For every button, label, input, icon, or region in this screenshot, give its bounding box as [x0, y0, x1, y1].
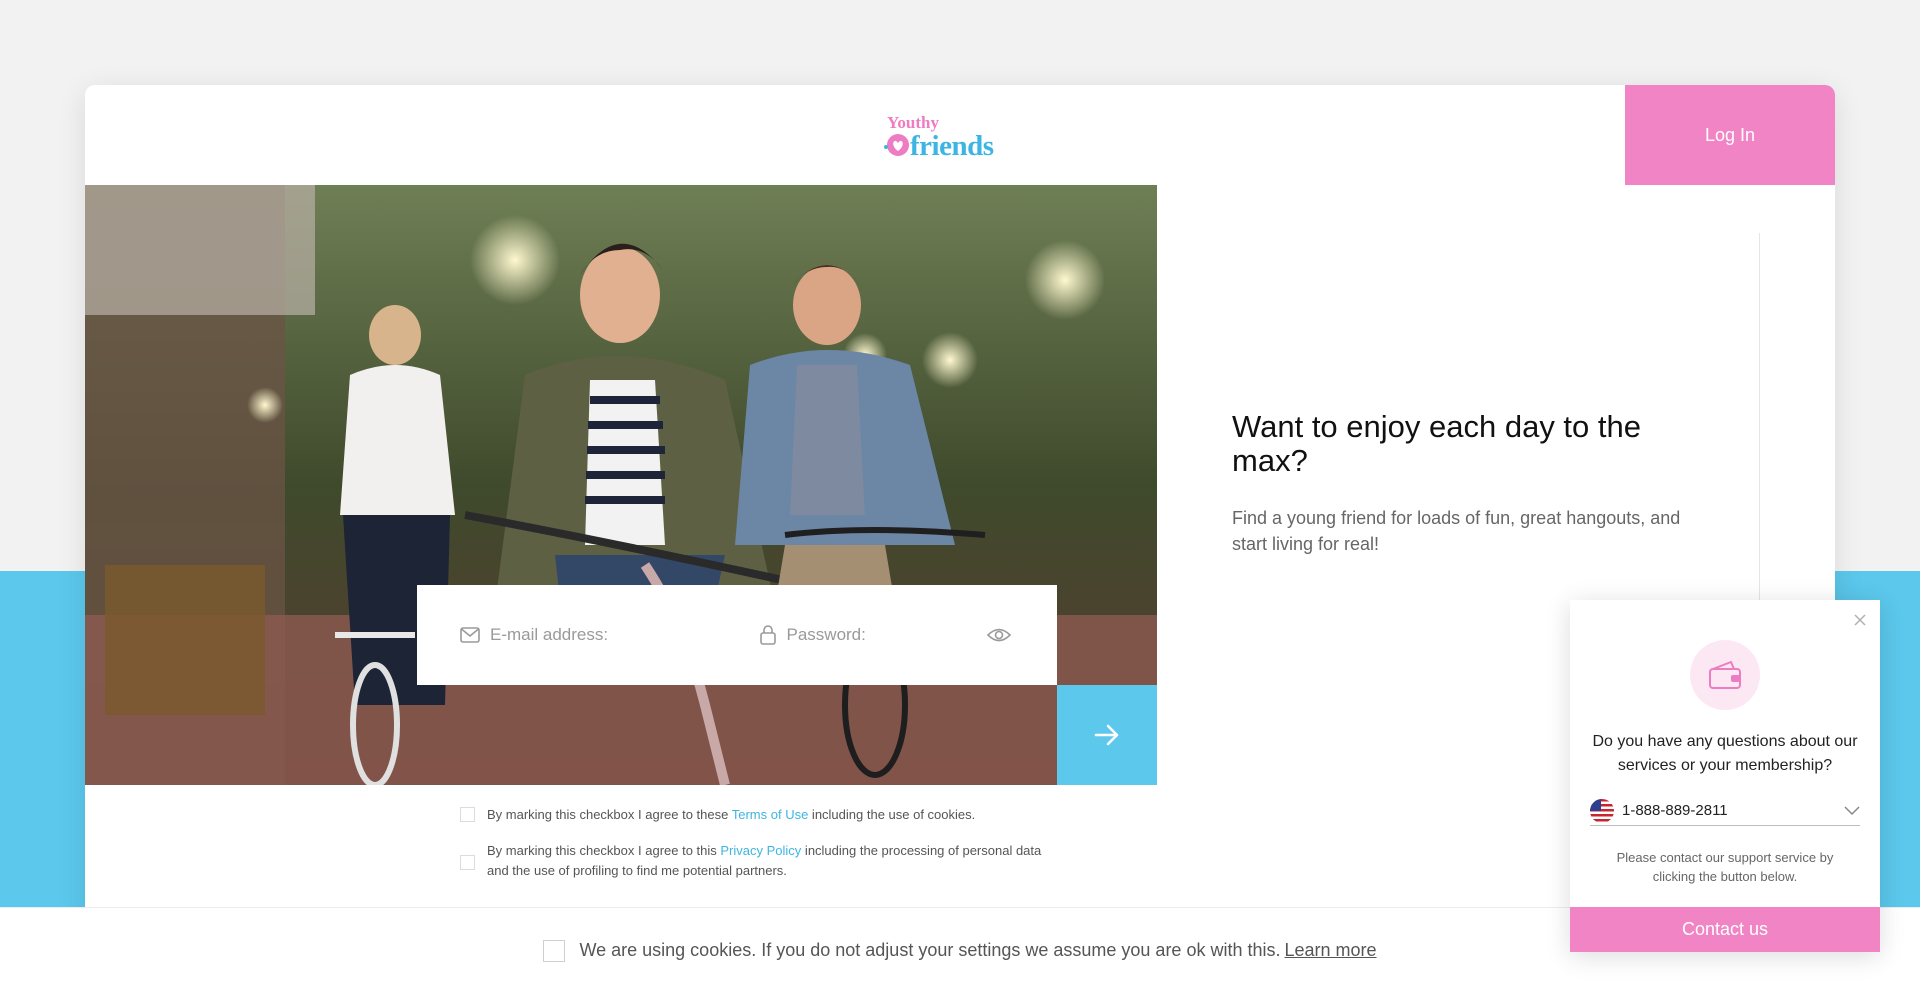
privacy-consent-row: By marking this checkbox I agree to this…	[460, 841, 1080, 881]
learn-more-link[interactable]: Learn more	[1284, 940, 1376, 961]
support-question: Do you have any questions about our serv…	[1592, 733, 1858, 774]
login-submit-button[interactable]	[1057, 685, 1157, 785]
cookie-checkbox[interactable]	[543, 939, 566, 962]
terms-consent-text: By marking this checkbox I agree to thes…	[487, 807, 976, 822]
phone-number: 1-888-889-2811	[1622, 802, 1728, 819]
chevron-down-icon	[1844, 805, 1860, 815]
privacy-consent-text: By marking this checkbox I agree to this…	[487, 843, 1042, 878]
login-button[interactable]: Log In	[1625, 85, 1835, 185]
terms-consent-row: By marking this checkbox I agree to thes…	[460, 805, 1080, 825]
eye-icon[interactable]	[986, 627, 1011, 643]
privacy-policy-link[interactable]: Privacy Policy	[720, 843, 801, 858]
envelope-icon	[460, 627, 480, 643]
email-input[interactable]	[490, 625, 740, 645]
us-flag-icon	[1590, 798, 1614, 823]
password-input[interactable]	[786, 625, 987, 645]
promo-headline: Want to enjoy each day to the max?	[1232, 409, 1641, 478]
hero-photo	[85, 185, 1157, 785]
support-widget: Do you have any questions about our serv…	[1570, 600, 1880, 952]
arrow-right-icon	[1094, 724, 1119, 746]
consent-checkboxes: By marking this checkbox I agree to thes…	[460, 805, 1080, 897]
email-field-wrapper	[460, 585, 759, 685]
site-logo[interactable]: Youthy friends	[880, 113, 1005, 162]
heart-logo-icon	[884, 134, 909, 156]
cookie-text: We are using cookies. If you do not adju…	[579, 940, 1281, 960]
support-note: Please contact our support service by cl…	[1616, 850, 1834, 884]
promo-subtext: Find a young friend for loads of fun, gr…	[1232, 508, 1681, 554]
close-icon[interactable]	[1850, 610, 1870, 630]
contact-us-button[interactable]: Contact us	[1570, 907, 1880, 952]
phone-selector[interactable]: 1-888-889-2811	[1590, 796, 1860, 826]
wallet-badge	[1690, 640, 1760, 710]
password-field-wrapper	[759, 585, 1058, 685]
wallet-icon	[1709, 660, 1741, 689]
terms-of-use-link[interactable]: Terms of Use	[732, 807, 809, 822]
logo-wordmark-bottom: friends	[910, 130, 994, 162]
lock-icon	[759, 625, 776, 645]
vertical-divider	[1759, 233, 1760, 633]
hero-photo-illustration	[85, 185, 1157, 785]
login-form	[417, 585, 1057, 685]
terms-checkbox[interactable]	[460, 807, 475, 822]
privacy-checkbox[interactable]	[460, 854, 475, 870]
